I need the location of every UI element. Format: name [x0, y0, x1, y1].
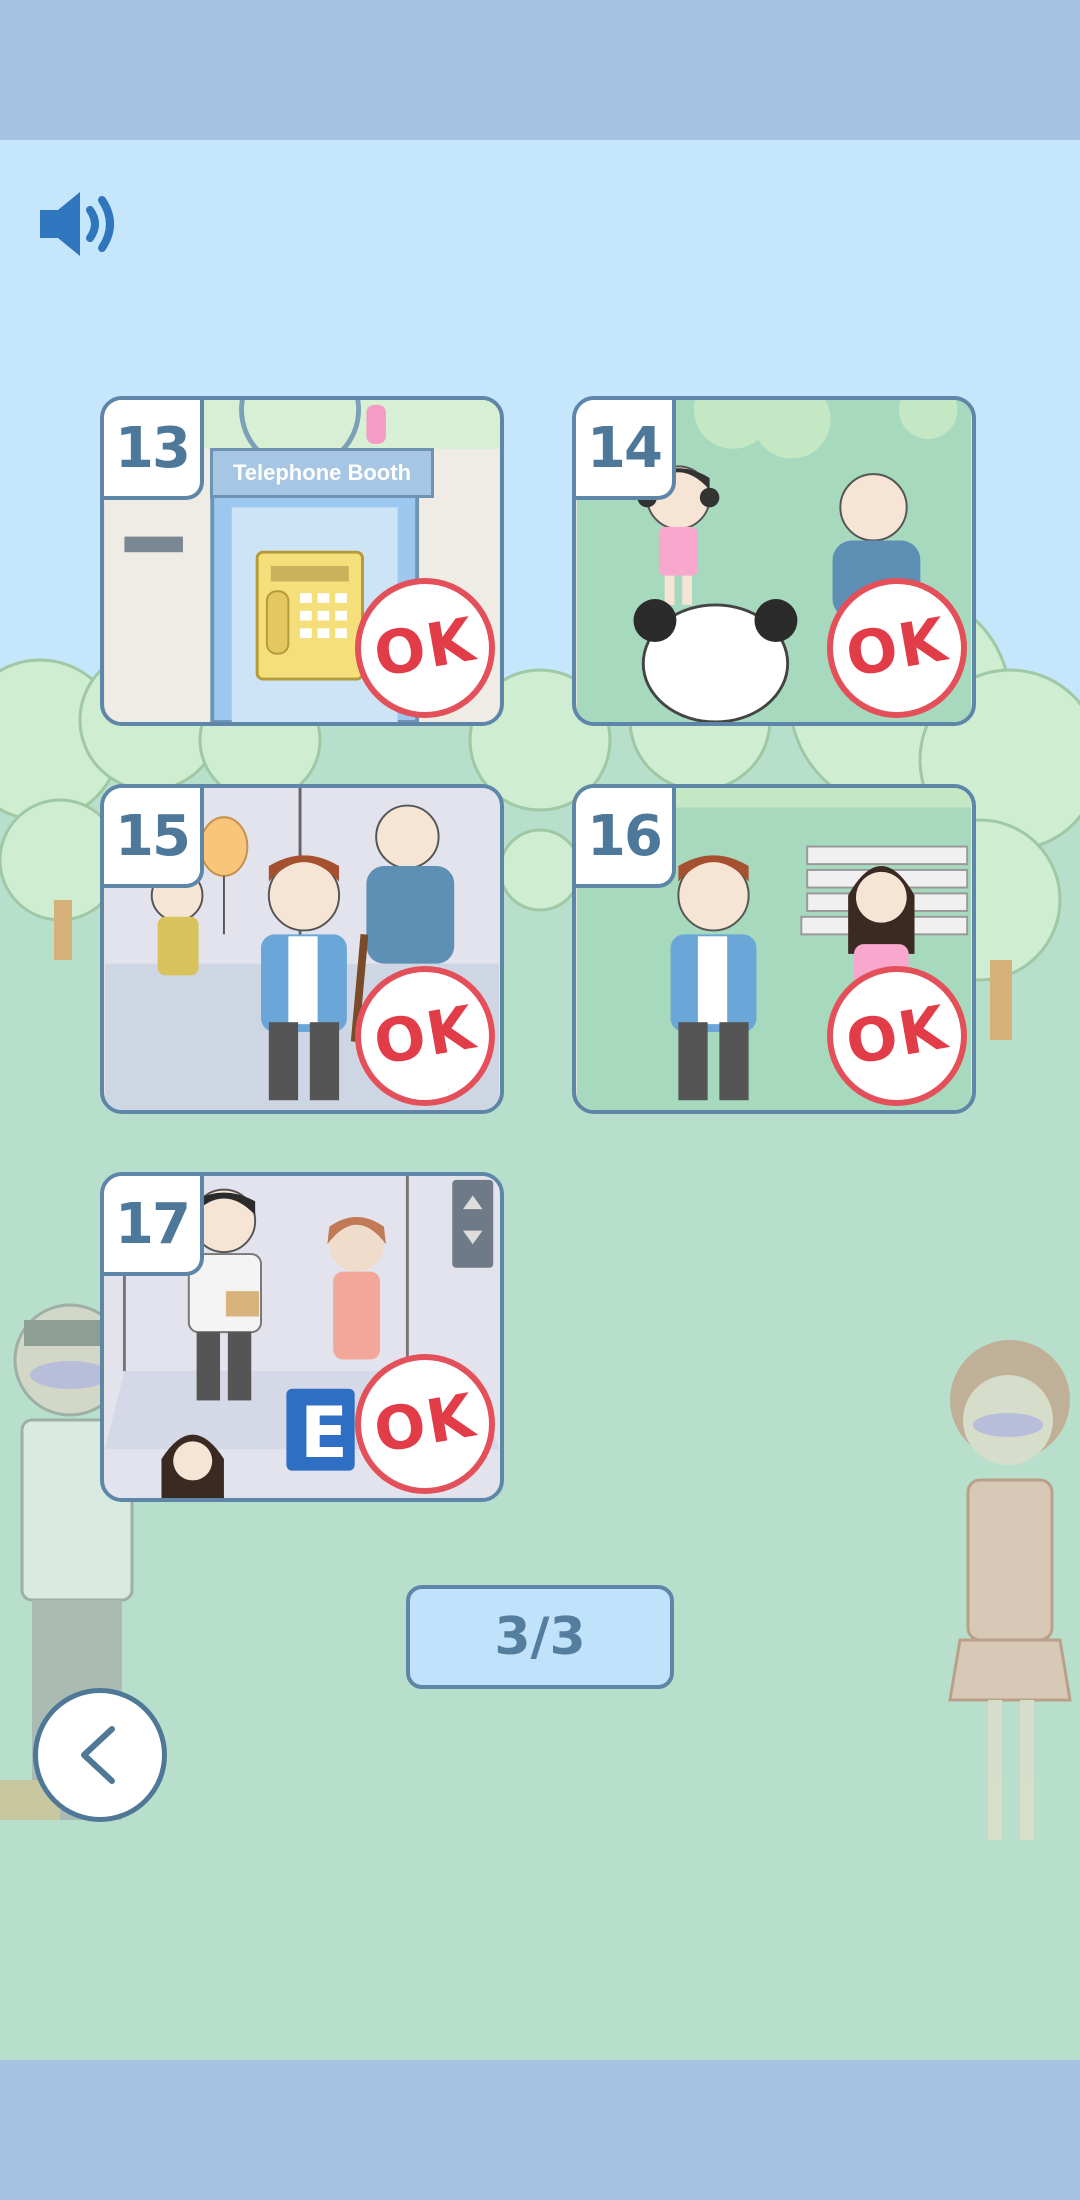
sound-toggle-button[interactable]	[36, 186, 126, 262]
level-card-13[interactable]: Telephone Booth 13 OK	[100, 396, 504, 726]
level-card-17[interactable]: E 17 OK	[100, 1172, 504, 1502]
level-number: 17	[104, 1176, 204, 1276]
level-card-14[interactable]: 14 OK	[572, 396, 976, 726]
level-number: 13	[104, 400, 204, 500]
exit-sign-letter: E	[300, 1392, 348, 1474]
speaker-icon	[40, 192, 114, 256]
bottom-bar	[0, 2060, 1080, 2200]
back-button[interactable]	[33, 1688, 167, 1822]
level-number: 14	[576, 400, 676, 500]
chevron-left-icon	[81, 1726, 115, 1784]
level-number: 16	[576, 788, 676, 888]
level-select-screen: Telephone Booth 13 OK 14 OK 15 OK 16 OK …	[0, 0, 1080, 2200]
telephone-booth-sign: Telephone Booth	[210, 448, 434, 498]
level-number: 15	[104, 788, 204, 888]
level-card-16[interactable]: 16 OK	[572, 784, 976, 1114]
level-card-15[interactable]: 15 OK	[100, 784, 504, 1114]
page-indicator: 3/3	[406, 1585, 674, 1689]
top-bar	[0, 0, 1080, 140]
